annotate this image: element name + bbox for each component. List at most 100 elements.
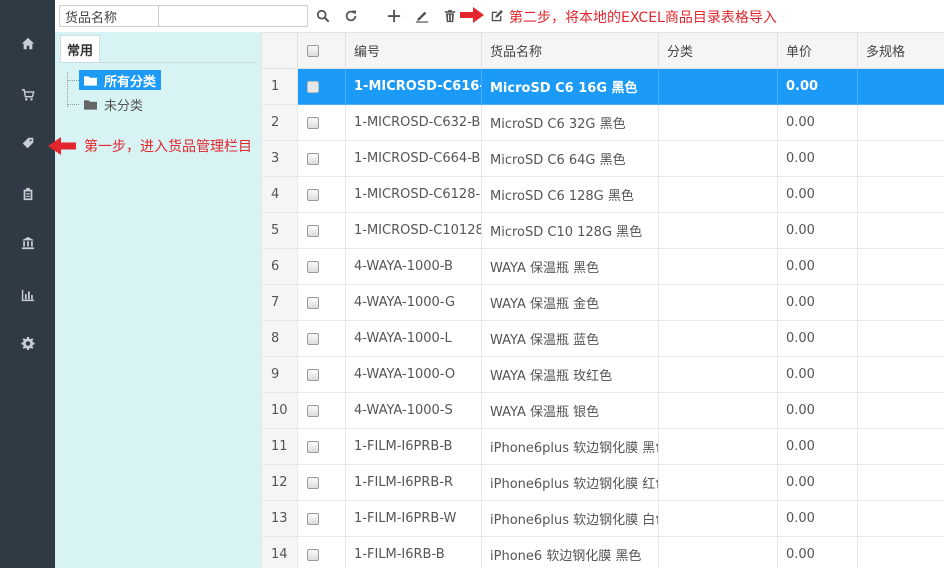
cart-icon[interactable] [0,82,55,108]
table-row[interactable]: 4 1-MICROSD-C6128-B MicroSD C6 128G 黑色 0.00 [261,176,944,213]
row-checkbox[interactable] [297,464,346,501]
cell-name: MicroSD C6 64G 黑色 [481,140,659,177]
step2-annotation: 第二步，将本地的EXCEL商品目录表格导入 [509,10,777,26]
import-icon[interactable] [487,6,507,26]
cell-name: iPhone6plus 软边钢化膜 红色 [481,464,659,501]
cell-name: MicroSD C6 16G 黑色 [481,68,659,105]
cell-name: WAYA 保温瓶 蓝色 [481,320,659,357]
select-all-checkbox[interactable] [297,32,346,69]
checkbox[interactable] [307,476,319,489]
tree-divider [60,62,256,63]
row-checkbox[interactable] [297,428,346,465]
cell-category [658,500,778,537]
cell-code: 1-MICROSD-C6128-B [345,176,482,213]
table-row[interactable]: 13 1-FILM-I6PRB-W iPhone6plus 软边钢化膜 白色 0.00 [261,500,944,537]
checkbox[interactable] [307,224,319,237]
row-checkbox[interactable] [297,68,346,105]
cell-code: 4-WAYA-1000-G [345,284,482,321]
table-row[interactable]: 6 4-WAYA-1000-B WAYA 保温瓶 黑色 0.00 [261,248,944,285]
cell-category [658,428,778,465]
cell-category [658,104,778,141]
table-row[interactable]: 14 1-FILM-I6RB-B iPhone6 软边钢化膜 黑色 0.00 [261,536,944,568]
checkbox[interactable] [307,440,319,453]
table-row[interactable]: 10 4-WAYA-1000-S WAYA 保温瓶 银色 0.00 [261,392,944,429]
cell-code: 4-WAYA-1000-L [345,320,482,357]
checkbox[interactable] [307,512,319,525]
table-row[interactable]: 9 4-WAYA-1000-O WAYA 保温瓶 玫红色 0.00 [261,356,944,393]
toolbar: 货品名称 第二步，将本地的EXCEL商品目录表格导入 [55,0,944,32]
cell-name: iPhone6plus 软边钢化膜 黑色 [481,428,659,465]
product-grid: 编号 货品名称 分类 单价 多规格 1 1-MICROSD-C616-B Micro… [261,32,944,568]
column-header-multi-spec[interactable]: 多规格 [857,32,944,69]
row-checkbox[interactable] [297,140,346,177]
checkbox[interactable] [307,296,319,309]
table-row[interactable]: 2 1-MICROSD-C632-B MicroSD C6 32G 黑色 0.00 [261,104,944,141]
row-checkbox[interactable] [297,356,346,393]
tab-common[interactable]: 常用 [60,35,100,62]
checkbox[interactable] [307,404,319,417]
row-checkbox[interactable] [297,176,346,213]
cell-price: 0.00 [777,428,858,465]
tree-item-uncategorized[interactable]: 未分类 [79,94,148,114]
tree-item-all-categories[interactable]: 所有分类 [79,70,162,90]
table-row[interactable]: 12 1-FILM-I6PRB-R iPhone6plus 软边钢化膜 红色 0.00 [261,464,944,501]
row-checkbox[interactable] [297,212,346,249]
cell-name: WAYA 保温瓶 金色 [481,284,659,321]
tree-connector [67,104,79,105]
column-header-category[interactable]: 分类 [658,32,778,69]
checkbox[interactable] [307,152,319,165]
checkbox[interactable] [307,548,319,561]
grid-header-row: 编号 货品名称 分类 单价 多规格 [261,32,944,69]
search-icon[interactable] [313,6,333,26]
checkbox[interactable] [307,260,319,273]
table-row[interactable]: 8 4-WAYA-1000-L WAYA 保温瓶 蓝色 0.00 [261,320,944,357]
row-checkbox[interactable] [297,500,346,537]
row-number: 11 [261,428,298,465]
checkbox[interactable] [307,368,319,381]
column-header-code[interactable]: 编号 [345,32,482,69]
main-sidebar [0,0,55,568]
cell-code: 4-WAYA-1000-O [345,356,482,393]
row-checkbox[interactable] [297,104,346,141]
cell-multi-spec [857,68,944,105]
checkbox[interactable] [307,188,319,201]
table-row[interactable]: 7 4-WAYA-1000-G WAYA 保温瓶 金色 0.00 [261,284,944,321]
checkbox[interactable] [307,332,319,345]
add-icon[interactable] [384,6,404,26]
clipboard-icon[interactable] [0,181,55,207]
refresh-icon[interactable] [341,6,361,26]
cell-category [658,248,778,285]
table-row[interactable]: 3 1-MICROSD-C664-B MicroSD C6 64G 黑色 0.00 [261,140,944,177]
cell-name: WAYA 保温瓶 玫红色 [481,356,659,393]
row-checkbox[interactable] [297,392,346,429]
checkbox[interactable] [307,116,319,129]
cell-multi-spec [857,104,944,141]
table-row[interactable]: 11 1-FILM-I6PRB-B iPhone6plus 软边钢化膜 黑色 0.00 [261,428,944,465]
column-header-name[interactable]: 货品名称 [481,32,659,69]
cell-multi-spec [857,284,944,321]
cell-price: 0.00 [777,248,858,285]
bar-chart-icon[interactable] [0,282,55,308]
cell-name: WAYA 保温瓶 银色 [481,392,659,429]
table-row[interactable]: 5 1-MICROSD-C10128-BMicroSD C10 128G 黑色 0.… [261,212,944,249]
checkbox[interactable] [307,80,319,93]
row-checkbox[interactable] [297,320,346,357]
row-number: 10 [261,392,298,429]
cell-price: 0.00 [777,284,858,321]
row-checkbox[interactable] [297,248,346,285]
home-icon[interactable] [0,31,55,57]
row-checkbox[interactable] [297,536,346,568]
gear-icon[interactable] [0,330,55,356]
table-row[interactable]: 1 1-MICROSD-C616-B MicroSD C6 16G 黑色 0.00 [261,68,944,105]
column-header-price[interactable]: 单价 [777,32,858,69]
cell-category [658,356,778,393]
edit-icon[interactable] [412,6,432,26]
delete-icon[interactable] [440,6,460,26]
row-number: 7 [261,284,298,321]
cell-name: MicroSD C10 128G 黑色 [481,212,659,249]
tags-icon[interactable] [0,130,55,156]
row-checkbox[interactable] [297,284,346,321]
bank-icon[interactable] [0,230,55,256]
cell-multi-spec [857,392,944,429]
search-input[interactable] [158,5,308,27]
